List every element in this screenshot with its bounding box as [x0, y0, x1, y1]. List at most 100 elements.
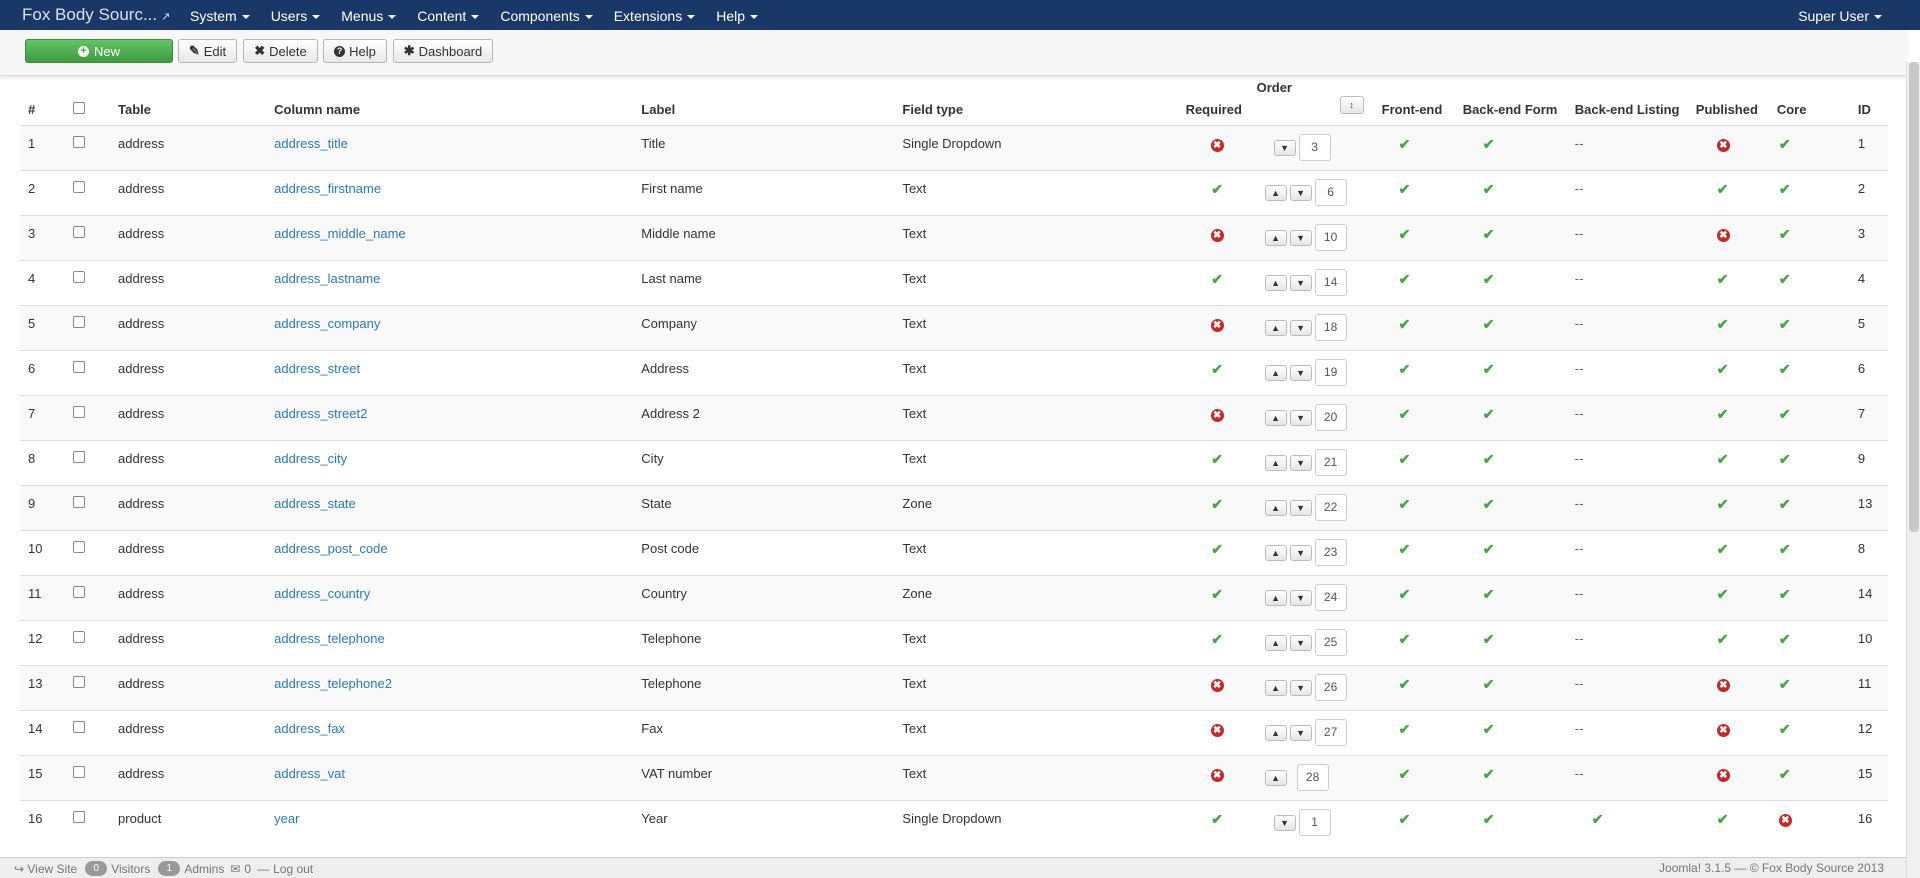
header-required[interactable]: Required — [1178, 80, 1257, 125]
required-cross-icon[interactable]: ✖ — [1210, 138, 1224, 152]
frontend-check-icon[interactable]: ✔ — [1399, 766, 1411, 782]
move-up-button[interactable]: ▲ — [1264, 274, 1287, 291]
frontend-check-icon[interactable]: ✔ — [1399, 676, 1411, 692]
core-check-icon[interactable]: ✔ — [1779, 496, 1791, 512]
row-checkbox[interactable] — [73, 315, 86, 328]
published-check-icon[interactable]: ✔ — [1717, 631, 1729, 647]
required-check-icon[interactable]: ✔ — [1211, 496, 1223, 512]
column-name-link[interactable]: address_lastname — [274, 271, 380, 286]
frontend-check-icon[interactable]: ✔ — [1399, 406, 1411, 422]
column-name-link[interactable]: address_firstname — [274, 181, 381, 196]
core-check-icon[interactable]: ✔ — [1779, 271, 1791, 287]
backend-form-check-icon[interactable]: ✔ — [1483, 586, 1495, 602]
order-input[interactable]: 18 — [1314, 314, 1347, 341]
column-name-link[interactable]: address_company — [274, 316, 380, 331]
move-down-button[interactable]: ▼ — [1273, 814, 1296, 831]
frontend-check-icon[interactable]: ✔ — [1399, 316, 1411, 332]
column-name-link[interactable]: address_vat — [274, 766, 345, 781]
row-checkbox[interactable] — [73, 405, 86, 418]
column-name-link[interactable]: year — [274, 811, 299, 826]
column-name-link[interactable]: address_telephone2 — [274, 676, 392, 691]
move-down-button[interactable]: ▼ — [1289, 634, 1312, 651]
column-name-link[interactable]: address_country — [274, 586, 370, 601]
frontend-check-icon[interactable]: ✔ — [1399, 631, 1411, 647]
core-check-icon[interactable]: ✔ — [1779, 181, 1791, 197]
move-up-button[interactable]: ▲ — [1264, 319, 1287, 336]
menu-help[interactable]: Help — [716, 8, 758, 24]
header-published[interactable]: Published — [1688, 80, 1769, 125]
published-check-icon[interactable]: ✔ — [1717, 361, 1729, 377]
row-checkbox[interactable] — [73, 810, 86, 823]
scrollbar-thumb[interactable] — [1909, 62, 1919, 532]
site-brand-link[interactable]: Fox Body Sourc... ↗ — [22, 5, 170, 25]
row-checkbox[interactable] — [73, 270, 86, 283]
move-up-button[interactable]: ▲ — [1264, 409, 1287, 426]
move-up-button[interactable]: ▲ — [1264, 364, 1287, 381]
frontend-check-icon[interactable]: ✔ — [1399, 181, 1411, 197]
header-id[interactable]: ID — [1850, 80, 1888, 125]
move-down-button[interactable]: ▼ — [1289, 409, 1312, 426]
backend-form-check-icon[interactable]: ✔ — [1483, 766, 1495, 782]
core-check-icon[interactable]: ✔ — [1779, 631, 1791, 647]
row-checkbox[interactable] — [73, 540, 86, 553]
order-input[interactable]: 6 — [1314, 179, 1347, 206]
header-frontend[interactable]: Front-end — [1374, 80, 1455, 125]
select-all-checkbox[interactable] — [73, 101, 86, 114]
published-cross-icon[interactable]: ✖ — [1716, 138, 1730, 152]
move-down-button[interactable]: ▼ — [1289, 229, 1312, 246]
order-input[interactable]: 10 — [1314, 224, 1347, 251]
row-checkbox[interactable] — [73, 360, 86, 373]
published-cross-icon[interactable]: ✖ — [1716, 768, 1730, 782]
backend-form-check-icon[interactable]: ✔ — [1483, 406, 1495, 422]
order-input[interactable]: 1 — [1298, 809, 1331, 837]
frontend-check-icon[interactable]: ✔ — [1399, 811, 1411, 827]
row-checkbox[interactable] — [73, 135, 86, 148]
row-checkbox[interactable] — [73, 495, 86, 508]
view-site-link[interactable]: View Site — [27, 862, 77, 876]
required-check-icon[interactable]: ✔ — [1211, 811, 1223, 827]
move-down-button[interactable]: ▼ — [1273, 139, 1296, 156]
order-input[interactable]: 19 — [1314, 359, 1347, 386]
backend-form-check-icon[interactable]: ✔ — [1483, 541, 1495, 557]
required-cross-icon[interactable]: ✖ — [1210, 318, 1224, 332]
required-check-icon[interactable]: ✔ — [1211, 631, 1223, 647]
move-down-button[interactable]: ▼ — [1289, 589, 1312, 606]
published-cross-icon[interactable]: ✖ — [1716, 678, 1730, 692]
header-backend-form[interactable]: Back-end Form — [1455, 80, 1567, 125]
column-name-link[interactable]: address_title — [274, 136, 348, 151]
menu-content[interactable]: Content — [417, 8, 480, 24]
header-column-name[interactable]: Column name — [266, 80, 633, 125]
order-input[interactable]: 24 — [1314, 584, 1347, 611]
required-cross-icon[interactable]: ✖ — [1210, 678, 1224, 692]
order-input[interactable]: 28 — [1296, 764, 1329, 791]
move-down-button[interactable]: ▼ — [1289, 364, 1312, 381]
backend-form-check-icon[interactable]: ✔ — [1483, 631, 1495, 647]
required-check-icon[interactable]: ✔ — [1211, 271, 1223, 287]
header-field-type[interactable]: Field type — [894, 80, 1177, 125]
core-check-icon[interactable]: ✔ — [1779, 766, 1791, 782]
menu-system[interactable]: System — [190, 8, 250, 24]
published-check-icon[interactable]: ✔ — [1717, 181, 1729, 197]
move-down-button[interactable]: ▼ — [1289, 679, 1312, 696]
core-check-icon[interactable]: ✔ — [1779, 316, 1791, 332]
required-cross-icon[interactable]: ✖ — [1210, 723, 1224, 737]
order-input[interactable]: 26 — [1314, 674, 1347, 701]
move-down-button[interactable]: ▼ — [1289, 319, 1312, 336]
move-down-button[interactable]: ▼ — [1289, 184, 1312, 201]
order-input[interactable]: 21 — [1314, 449, 1347, 476]
menu-components[interactable]: Components — [500, 8, 593, 24]
published-check-icon[interactable]: ✔ — [1717, 271, 1729, 287]
core-check-icon[interactable]: ✔ — [1779, 451, 1791, 467]
move-up-button[interactable]: ▲ — [1264, 679, 1287, 696]
backend-form-check-icon[interactable]: ✔ — [1483, 271, 1495, 287]
required-check-icon[interactable]: ✔ — [1211, 451, 1223, 467]
column-name-link[interactable]: address_post_code — [274, 541, 387, 556]
order-input[interactable]: 3 — [1298, 134, 1331, 161]
backend-form-check-icon[interactable]: ✔ — [1483, 811, 1495, 827]
move-up-button[interactable]: ▲ — [1264, 499, 1287, 516]
order-input[interactable]: 20 — [1314, 404, 1347, 431]
frontend-check-icon[interactable]: ✔ — [1399, 541, 1411, 557]
row-checkbox[interactable] — [73, 675, 86, 688]
logout-link[interactable]: Log out — [273, 862, 313, 876]
published-check-icon[interactable]: ✔ — [1717, 586, 1729, 602]
